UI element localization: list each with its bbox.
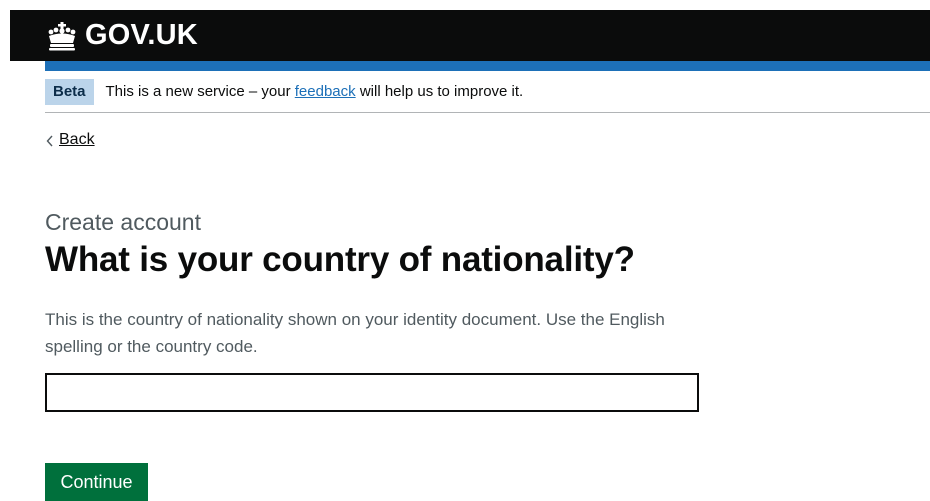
page: GOV.UK Beta This is a new service – your… [0, 0, 930, 501]
feedback-link[interactable]: feedback [295, 83, 356, 100]
back-link-label: Back [59, 131, 95, 148]
logo-text: GOV.UK [85, 19, 198, 51]
chevron-left-icon [45, 133, 55, 147]
page-caption: Create account [45, 209, 201, 235]
nationality-hint: This is the country of nationality shown… [45, 310, 665, 356]
back-link[interactable]: Back [45, 129, 95, 151]
page-title: What is your country of nationality? [45, 240, 635, 279]
phase-banner-text: This is a new service – your feedback wi… [106, 79, 524, 105]
phase-text-after: will help us to improve it. [355, 83, 524, 100]
phase-text-before: This is a new service – your [105, 83, 295, 100]
phase-tag: Beta [45, 79, 94, 105]
header-stripe [45, 61, 930, 71]
continue-button[interactable]: Continue [45, 463, 148, 501]
phase-banner: Beta This is a new service – your feedba… [45, 79, 930, 113]
crown-icon [45, 21, 79, 51]
govuk-home-link[interactable]: GOV.UK [45, 21, 198, 51]
country-of-nationality-input[interactable] [45, 373, 699, 412]
site-header: GOV.UK [10, 10, 930, 61]
